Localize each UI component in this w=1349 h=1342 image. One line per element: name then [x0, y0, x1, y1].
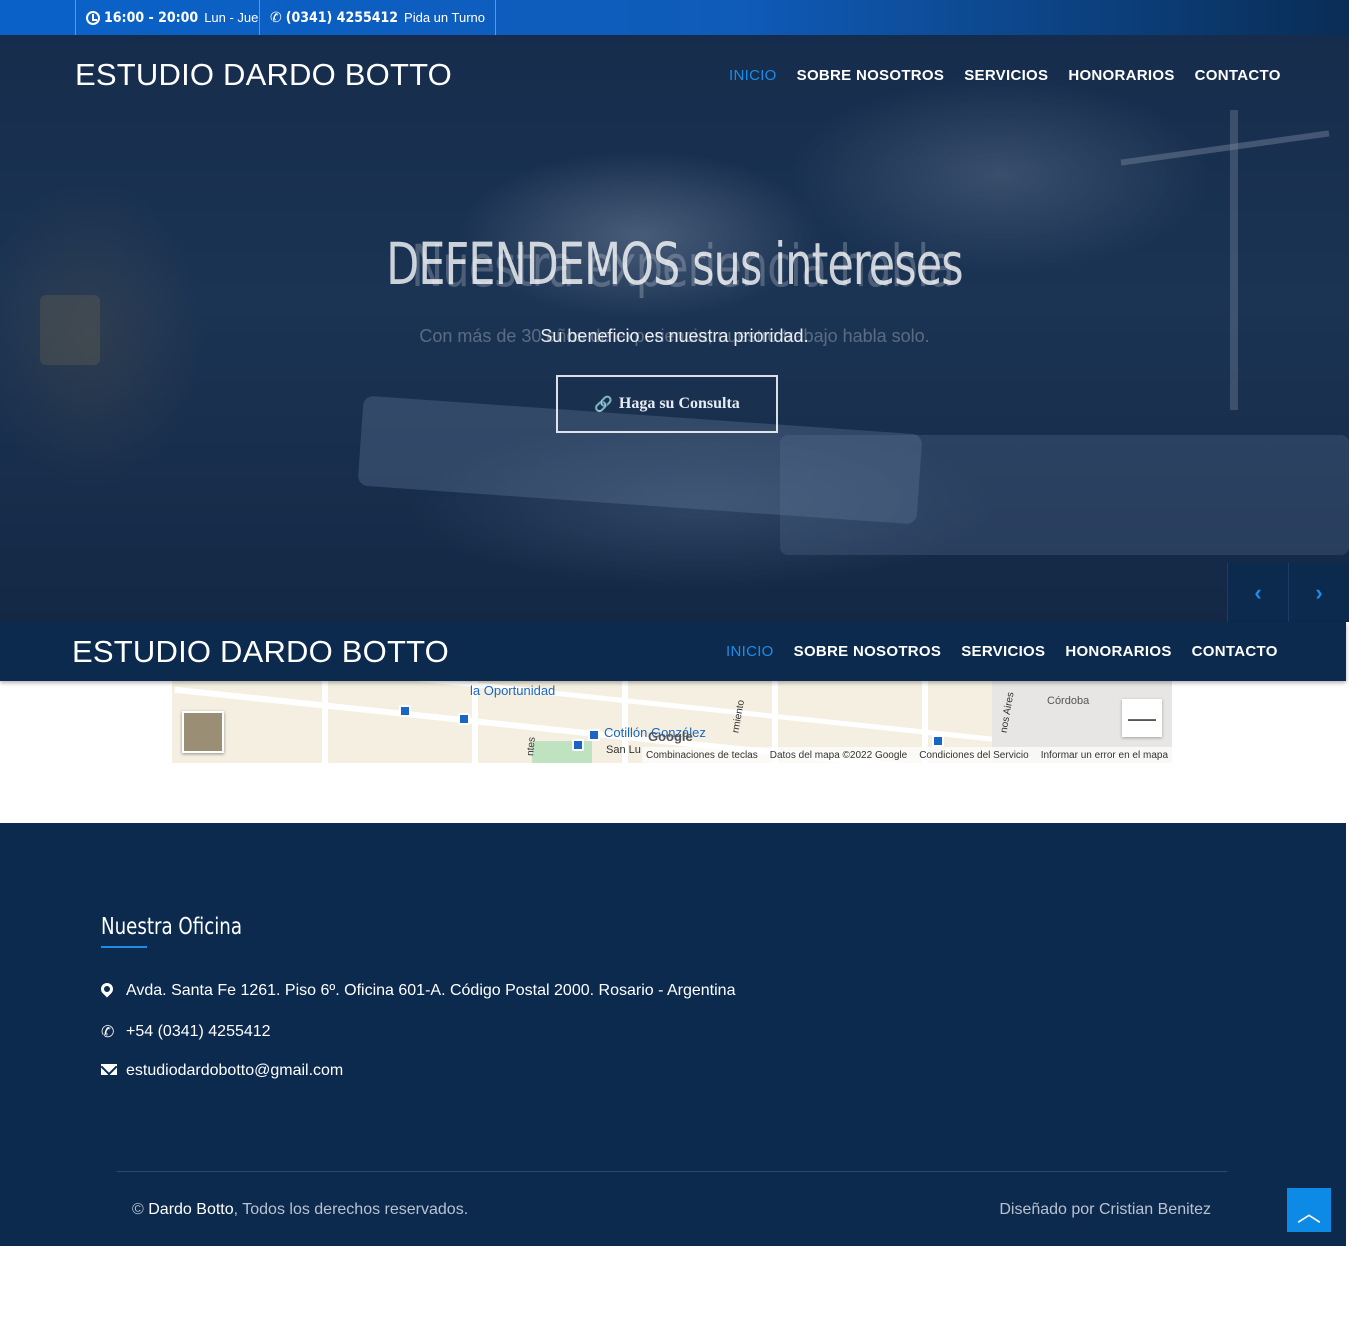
- top-info-bar: 16:00 - 20:00 Lun - Jue ✆ (0341) 4255412…: [0, 0, 1349, 35]
- phone-text[interactable]: (0341) 4255412: [286, 10, 398, 26]
- back-to-top-button[interactable]: ︿: [1287, 1188, 1331, 1232]
- phone-info[interactable]: ✆ (0341) 4255412 Pida un Turno: [259, 0, 496, 35]
- satellite-toggle[interactable]: [182, 711, 224, 753]
- office-email[interactable]: estudiodardobotto@gmail.com: [101, 1062, 343, 1080]
- footer: Nuestra Oficina Avda. Santa Fe 1261. Pis…: [0, 823, 1346, 1246]
- copyright-symbol: ©: [132, 1201, 144, 1218]
- email-text[interactable]: estudiodardobotto@gmail.com: [126, 1062, 343, 1080]
- chevron-right-icon: ›: [1315, 579, 1323, 605]
- slider-next-button[interactable]: ›: [1288, 563, 1349, 622]
- hero-title: DEFENDEMOS sus intereses: [386, 230, 963, 298]
- sticky-nav-inicio[interactable]: INICIO: [726, 643, 774, 660]
- consult-button[interactable]: 🔗 Haga su Consulta: [556, 375, 778, 433]
- bus-stop-icon[interactable]: [458, 713, 470, 725]
- sticky-nav-sobre-nosotros[interactable]: SOBRE NOSOTROS: [794, 643, 942, 660]
- main-navbar: ESTUDIO DARDO BOTTO INICIO SOBRE NOSOTRO…: [0, 35, 1349, 115]
- sticky-nav-contacto[interactable]: CONTACTO: [1192, 643, 1278, 660]
- sticky-nav-servicios[interactable]: SERVICIOS: [961, 643, 1045, 660]
- nav-honorarios[interactable]: HONORARIOS: [1068, 67, 1174, 84]
- office-address: Avda. Santa Fe 1261. Piso 6º. Oficina 60…: [98, 980, 736, 1000]
- office-phone[interactable]: ✆ +54 (0341) 4255412: [101, 1022, 271, 1042]
- zoom-out-button[interactable]: —: [1122, 699, 1162, 737]
- map-marker-icon: [98, 980, 126, 1000]
- map-attribution: Combinaciones de teclas Datos del mapa ©…: [642, 747, 1172, 763]
- slider-controls: ‹ ›: [1227, 563, 1349, 622]
- hero-subtitle: Su beneficio es nuestra prioridad.: [540, 326, 809, 346]
- phone-number-text[interactable]: +54 (0341) 4255412: [126, 1023, 271, 1041]
- hero-slider: ESTUDIO DARDO BOTTO INICIO SOBRE NOSOTRO…: [0, 35, 1349, 622]
- link-icon: 🔗: [594, 396, 613, 413]
- map-label-sarmiento: rmiento: [730, 699, 747, 734]
- copyright-name[interactable]: Dardo Botto: [148, 1201, 233, 1218]
- office-title: Nuestra Oficina: [101, 914, 242, 940]
- phone-icon: ✆: [101, 1024, 115, 1041]
- map-label-oportunidad: la Oportunidad: [470, 683, 556, 698]
- site-logo[interactable]: ESTUDIO DARDO BOTTO: [75, 57, 452, 93]
- sticky-nav-honorarios[interactable]: HONORARIOS: [1065, 643, 1171, 660]
- days-text: Lun - Jue: [204, 10, 259, 25]
- address-text: Avda. Santa Fe 1261. Piso 6º. Oficina 60…: [126, 982, 736, 999]
- nav-sobre-nosotros[interactable]: SOBRE NOSOTROS: [797, 67, 945, 84]
- hours-info: 16:00 - 20:00 Lun - Jue: [75, 0, 268, 35]
- footer-divider: [117, 1171, 1227, 1172]
- envelope-icon: [101, 1062, 126, 1080]
- chevron-left-icon: ‹: [1254, 579, 1262, 605]
- google-logo: Google: [648, 729, 693, 744]
- google-map[interactable]: la Oportunidad Cotillón González Córdoba…: [172, 681, 1172, 763]
- hours-text: 16:00 - 20:00: [104, 9, 199, 26]
- chevron-up-icon: ︿: [1297, 1199, 1321, 1227]
- map-keyboard-shortcuts[interactable]: Combinaciones de teclas: [646, 750, 758, 761]
- consult-button-label: Haga su Consulta: [618, 395, 740, 412]
- map-label-ntes: ntes: [525, 736, 538, 757]
- map-label-cordoba: Córdoba: [1047, 695, 1090, 707]
- map-road: [322, 681, 328, 763]
- bus-stop-icon[interactable]: [399, 705, 411, 717]
- nav-servicios[interactable]: SERVICIOS: [964, 67, 1048, 84]
- slider-prev-button[interactable]: ‹: [1227, 563, 1288, 622]
- sticky-navbar: ESTUDIO DARDO BOTTO INICIO SOBRE NOSOTRO…: [0, 622, 1346, 681]
- phone-cta-text: Pida un Turno: [404, 10, 485, 25]
- office-title-underline: [101, 946, 147, 948]
- minus-icon: —: [1128, 702, 1156, 733]
- map-data-credit: Datos del mapa ©2022 Google: [769, 749, 908, 761]
- phone-icon: ✆: [270, 9, 282, 25]
- designed-by: Diseñado por Cristian Benitez: [999, 1201, 1211, 1218]
- copyright-text: , Todos los derechos reservados.: [233, 1201, 469, 1218]
- copyright: © Dardo Botto, Todos los derechos reserv…: [132, 1201, 468, 1219]
- map-report-link[interactable]: Informar un error en el mapa: [1041, 750, 1168, 761]
- bus-stop-icon[interactable]: [572, 739, 584, 751]
- bus-stop-icon[interactable]: [932, 735, 944, 747]
- sticky-menu: INICIO SOBRE NOSOTROS SERVICIOS HONORARI…: [726, 643, 1278, 660]
- map-terms-link[interactable]: Condiciones del Servicio: [919, 750, 1029, 761]
- main-menu: INICIO SOBRE NOSOTROS SERVICIOS HONORARI…: [729, 67, 1281, 84]
- map-label-sanlu: San Lu: [606, 744, 641, 756]
- clock-icon: [86, 10, 100, 25]
- bus-stop-icon[interactable]: [588, 729, 600, 741]
- sticky-logo[interactable]: ESTUDIO DARDO BOTTO: [72, 634, 449, 670]
- nav-contacto[interactable]: CONTACTO: [1195, 67, 1281, 84]
- nav-inicio[interactable]: INICIO: [729, 67, 777, 84]
